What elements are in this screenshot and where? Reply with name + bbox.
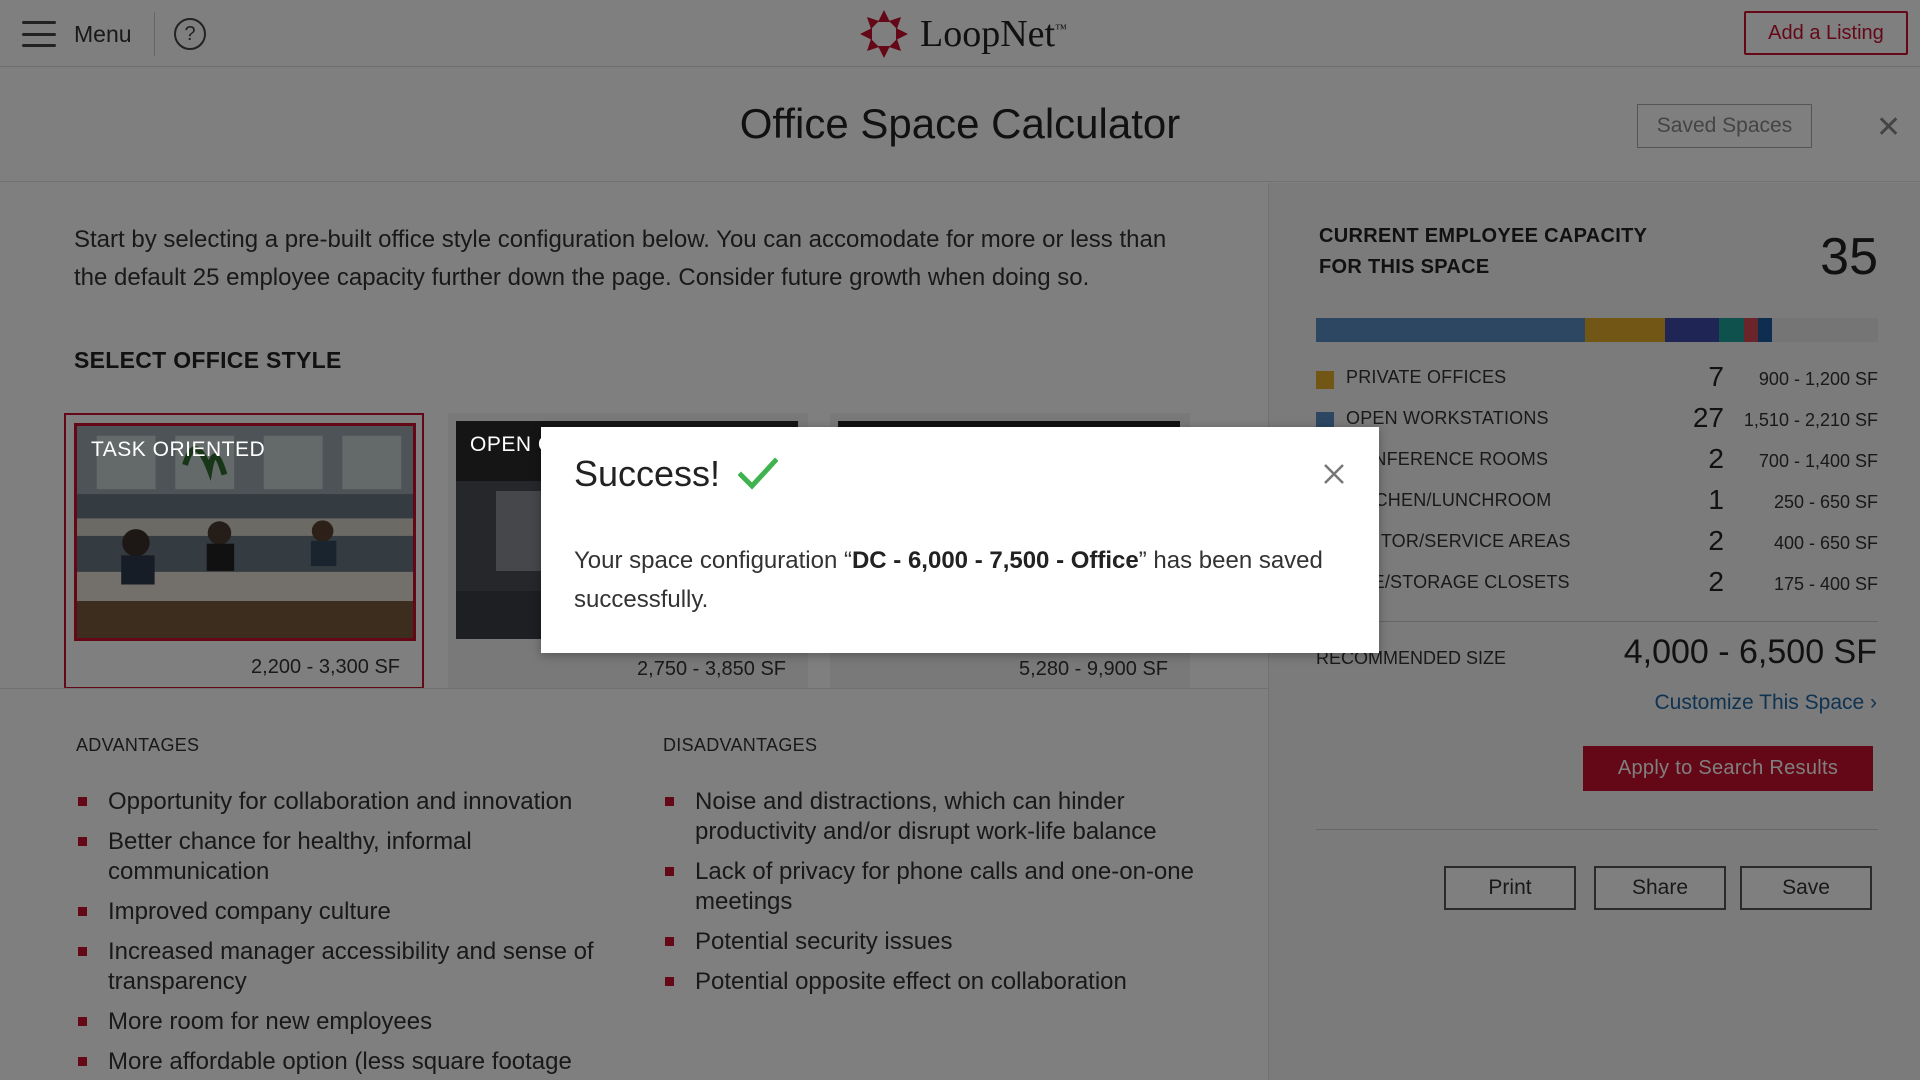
modal-message: Your space configuration “DC - 6,000 - 7…	[574, 541, 1334, 619]
close-icon[interactable]	[1319, 459, 1349, 489]
card-label: OPEN C	[470, 433, 554, 456]
config-name: DC - 6,000 - 7,500 - Office	[851, 547, 1139, 574]
message-prefix: Your space configuration “	[574, 547, 852, 574]
card-label: TASK ORIENTED	[91, 438, 266, 461]
modal-title: Success!	[574, 453, 721, 494]
success-modal: Success! Your space configuration “DC - …	[541, 427, 1379, 653]
checkmark-icon	[738, 457, 779, 490]
